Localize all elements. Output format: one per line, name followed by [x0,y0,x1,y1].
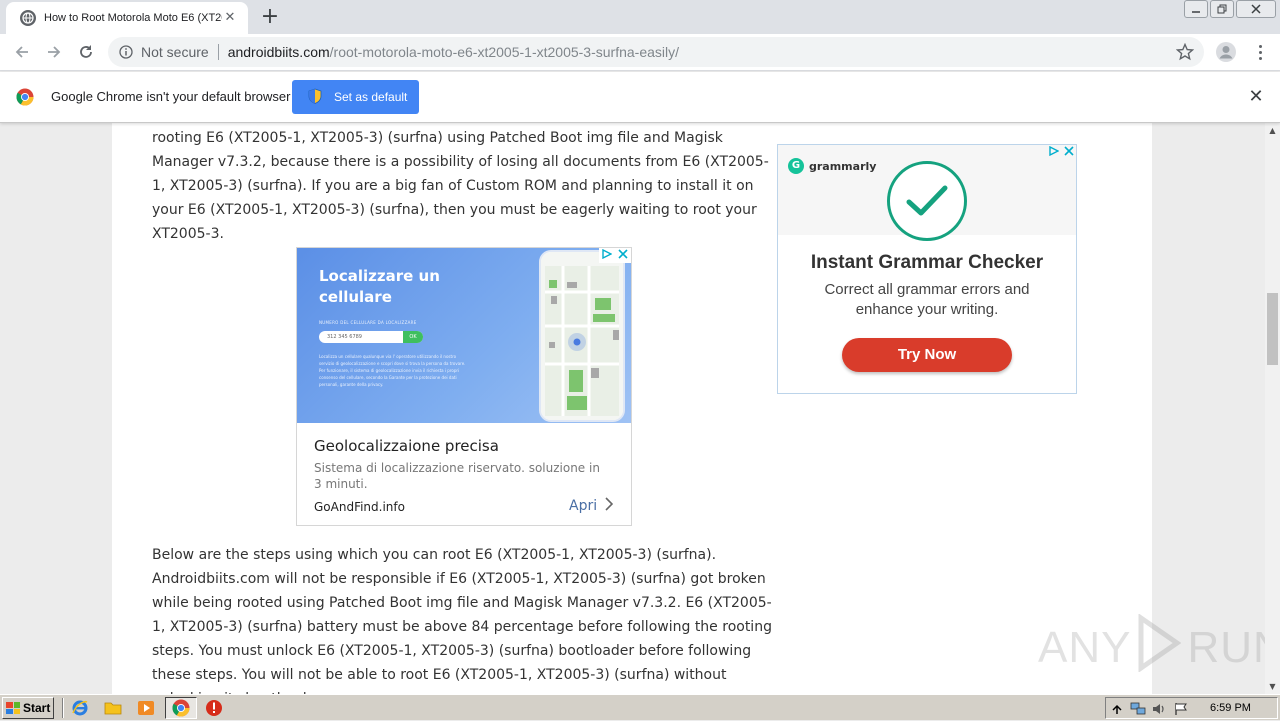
default-browser-infobar: Google Chrome isn't your default browser… [0,72,1280,123]
folder-icon[interactable] [104,699,122,717]
set-as-default-label: Set as default [334,90,408,104]
ad-close-icon[interactable] [618,249,628,262]
watermark-text-right: RUN [1187,623,1265,672]
sidebar-ad-choices[interactable] [1046,145,1076,160]
sidebar-ad-title: Instant Grammar Checker [810,252,1044,273]
media-player-icon[interactable] [137,699,155,717]
ad-open-button[interactable]: Apri [569,497,614,515]
anyrun-watermark: ANY RUN [1038,612,1265,683]
new-tab-button[interactable]: + [258,6,282,30]
start-button[interactable]: Start [2,697,54,719]
phone-map-illustration [539,250,625,422]
start-label: Start [23,701,51,715]
page-scrollbar[interactable]: ▲ ▼ [1265,123,1280,694]
forward-arrow-icon[interactable] [42,40,66,64]
set-as-default-button[interactable]: Set as default [292,80,419,114]
tab-title: How to Root Motorola Moto E6 (XT2005-1, … [44,12,222,24]
infobar-message: Google Chrome isn't your default browser [51,89,291,104]
ad-banner-ok-button: OK [403,331,423,343]
scroll-up-icon[interactable]: ▲ [1265,123,1280,138]
chrome-taskbar-button[interactable] [165,697,197,719]
scroll-thumb[interactable] [1267,293,1278,365]
ad-description: Sistema di localizzazione riservato. sol… [314,461,600,491]
checkmark-icon [887,161,967,241]
url-host: androidbiits.com [227,44,330,60]
chrome-menu-icon[interactable] [1248,40,1272,64]
back-arrow-icon[interactable] [10,40,34,64]
chevron-right-icon [605,497,614,515]
ad-banner-field-label: NUMERO DEL CELLULARE DA LOCALIZZARE [319,320,417,325]
ad-domain[interactable]: GoAndFind.info [314,500,405,514]
infobar-close-icon[interactable]: ✕ [1246,87,1266,107]
bookmark-star-icon[interactable] [1175,42,1195,65]
chrome-logo-icon [16,88,34,106]
grammarly-logo: G grammarly [788,158,876,174]
ad-banner-headline: Localizzare un cellulare [319,267,440,306]
page-viewport: rooting E6 (XT2005-1, XT2005-3) (surfna)… [0,123,1265,694]
adchoices-icon[interactable] [602,248,613,262]
window-close-icon[interactable] [1236,0,1276,18]
not-secure-label: Not secure [141,44,209,60]
article-container: rooting E6 (XT2005-1, XT2005-3) (surfna)… [112,123,1152,694]
url-divider [217,44,219,60]
article-paragraph: rooting E6 (XT2005-1, XT2005-3) (surfna)… [152,130,769,242]
try-now-button[interactable]: Try Now [842,338,1012,372]
ad-banner-small-text: Localizza un cellulare qualunque via l' … [319,354,466,387]
reload-icon[interactable] [74,40,98,64]
system-tray: 6:59 PM [1105,697,1278,719]
scroll-down-icon[interactable]: ▼ [1265,679,1280,694]
sidebar-ad-subtitle: Correct all grammar errors and enhance y… [824,281,1030,318]
internet-explorer-icon[interactable] [71,699,89,717]
profile-avatar-icon[interactable] [1214,40,1238,64]
grammarly-brand: grammarly [809,159,877,173]
tab-close-icon[interactable]: ✕ [222,10,238,26]
shield-icon [308,88,322,107]
taskbar-clock[interactable]: 6:59 PM [1210,702,1251,714]
watermark-text-left: ANY [1038,623,1132,672]
browser-toolbar: Not secure androidbiits.com /root-motoro… [0,34,1280,71]
stop-sign-icon[interactable] [205,699,223,717]
ad-title[interactable]: Geolocalizzaione precisa [314,437,499,455]
ad-banner-image[interactable]: Localizzare un cellulare NUMERO DEL CELL… [297,248,631,423]
window-controls [1184,0,1276,20]
tab-strip: How to Root Motorola Moto E6 (XT2005-1, … [0,0,1280,34]
url-path: /root-motorola-moto-e6-xt2005-1-xt2005-3… [329,44,680,60]
restore-icon[interactable] [1210,0,1234,18]
ad-footer: Geolocalizzaione precisa Sistema di loca… [297,424,631,526]
windows-logo-icon [6,702,20,714]
globe-icon [20,10,36,26]
play-icon [1137,612,1182,683]
ad-open-label: Apri [569,498,598,514]
tray-expand-icon[interactable] [1110,701,1124,715]
network-icon[interactable] [1130,701,1146,715]
windows-taskbar: Start 6:59 PM [0,694,1280,720]
minimize-icon[interactable] [1184,0,1208,18]
adchoices-icon[interactable] [1048,145,1060,160]
info-icon[interactable] [118,44,134,60]
article-paragraph: Below are the steps using which you can … [152,547,772,694]
in-article-ad[interactable]: Localizzare un cellulare NUMERO DEL CELL… [296,247,632,526]
sidebar-ad[interactable]: G grammarly Instant Grammar Checker Corr… [777,144,1077,394]
tab-active[interactable]: How to Root Motorola Moto E6 (XT2005-1, … [6,2,248,34]
volume-icon[interactable] [1152,701,1166,715]
action-center-flag-icon[interactable] [1174,701,1188,715]
ad-choices[interactable] [599,248,631,263]
address-bar[interactable]: Not secure androidbiits.com /root-motoro… [108,37,1204,67]
taskbar-separator [62,698,64,718]
grammarly-icon: G [788,158,804,174]
ad-close-icon[interactable] [1063,146,1074,160]
